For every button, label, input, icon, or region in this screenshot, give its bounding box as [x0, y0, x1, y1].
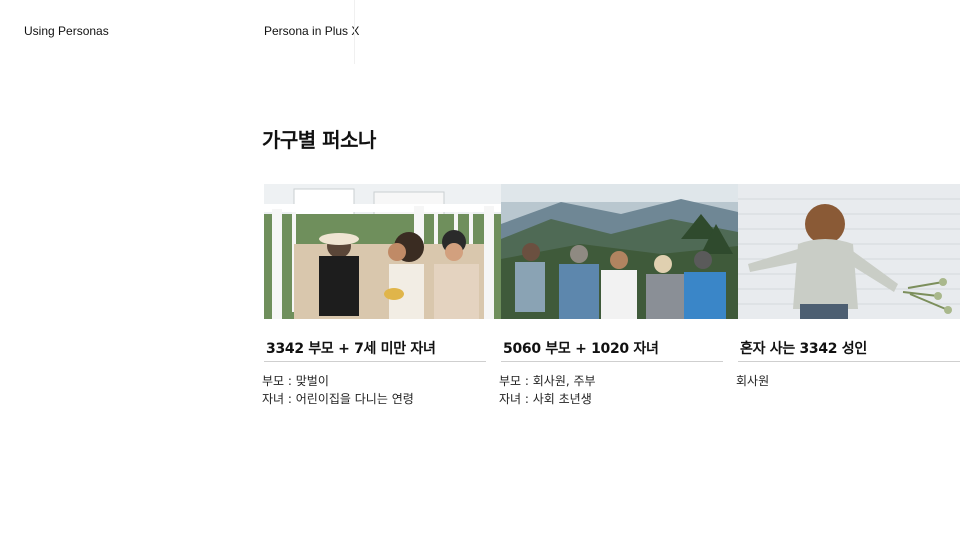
page-title: 가구별 퍼소나: [262, 128, 376, 152]
section-label-right: Persona in Plus X: [264, 24, 360, 38]
desc-line: 부모 : 회사원, 주부: [499, 374, 596, 388]
card-divider: [738, 361, 960, 362]
family-on-porch-photo: [264, 184, 501, 319]
family-on-mountain-photo: [501, 184, 738, 319]
woman-with-flowers-photo: [738, 184, 960, 319]
desc-line: 자녀 : 어린이집을 다니는 연령: [262, 392, 414, 406]
card-divider: [264, 361, 486, 362]
card-divider: [501, 361, 723, 362]
card-description: 부모 : 회사원, 주부 자녀 : 사회 초년생: [499, 372, 596, 408]
section-label-left: Using Personas: [24, 24, 109, 38]
card-heading: 3342 부모 + 7세 미만 자녀: [266, 341, 436, 357]
card-heading: 5060 부모 + 1020 자녀: [503, 341, 659, 357]
header-divider: [354, 0, 355, 64]
card-heading: 혼자 사는 3342 성인: [740, 341, 867, 357]
card-description: 부모 : 맞벌이 자녀 : 어린이집을 다니는 연령: [262, 372, 414, 408]
desc-line: 회사원: [736, 374, 770, 388]
desc-line: 자녀 : 사회 초년생: [499, 392, 592, 406]
desc-line: 부모 : 맞벌이: [262, 374, 329, 388]
card-description: 회사원: [736, 372, 769, 390]
